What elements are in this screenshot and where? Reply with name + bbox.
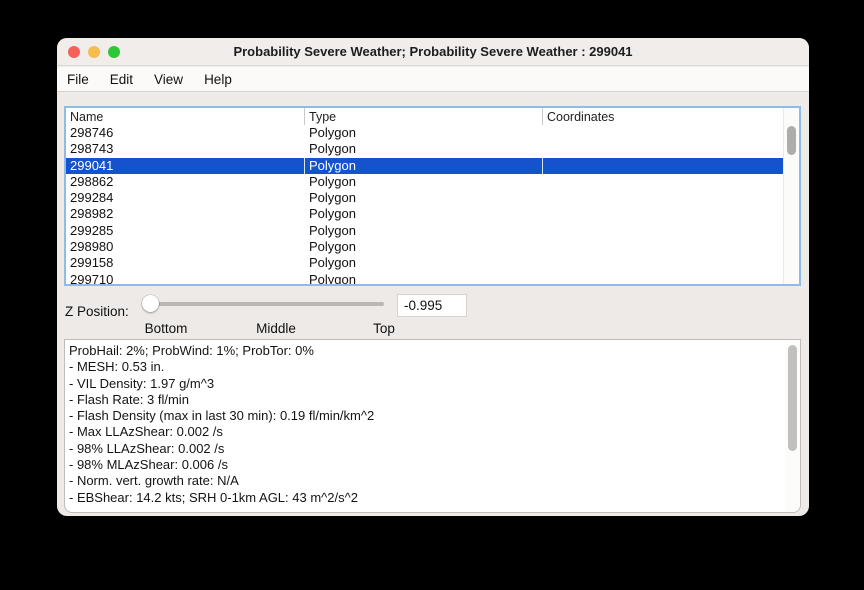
menu-view[interactable]: View <box>154 72 183 87</box>
table-row[interactable]: 298980 Polygon <box>66 239 799 255</box>
cell-type: Polygon <box>305 190 543 206</box>
details-scrollbar-thumb[interactable] <box>788 345 797 451</box>
details-text: ProbHail: 2%; ProbWind: 1%; ProbTor: 0% … <box>65 340 800 506</box>
details-line: - Norm. vert. growth rate: N/A <box>69 473 782 489</box>
objects-table: Name Type Coordinates 298746 Polygon 298… <box>64 106 801 286</box>
table-row[interactable]: 298743 Polygon <box>66 141 799 157</box>
traffic-lights <box>68 46 120 58</box>
details-line: - Flash Rate: 3 fl/min <box>69 392 782 408</box>
cell-name: 298743 <box>66 141 305 157</box>
details-text-area[interactable]: ProbHail: 2%; ProbWind: 1%; ProbTor: 0% … <box>64 339 801 513</box>
table-row-selected[interactable]: 299041 Polygon <box>66 158 799 174</box>
cell-type: Polygon <box>305 174 543 190</box>
table-row[interactable]: 298862 Polygon <box>66 174 799 190</box>
menu-bar: File Edit View Help <box>57 67 809 92</box>
cell-type: Polygon <box>305 158 543 174</box>
zoom-button-icon[interactable] <box>108 46 120 58</box>
table-row[interactable]: 299158 Polygon <box>66 255 799 271</box>
cell-coordinates <box>543 239 784 255</box>
cell-type: Polygon <box>305 239 543 255</box>
cell-type: Polygon <box>305 255 543 271</box>
table-header: Name Type Coordinates <box>66 108 799 125</box>
details-scrollbar[interactable] <box>785 340 800 512</box>
cell-type: Polygon <box>305 141 543 157</box>
cell-coordinates <box>543 158 784 174</box>
details-line: - 98% LLAzShear: 0.002 /s <box>69 441 782 457</box>
cell-name: 298862 <box>66 174 305 190</box>
cell-name: 299284 <box>66 190 305 206</box>
cell-coordinates <box>543 174 784 190</box>
slider-tick-middle: Middle <box>256 321 296 336</box>
table-row[interactable]: 298982 Polygon <box>66 206 799 222</box>
details-line: - Flash Density (max in last 30 min): 0.… <box>69 408 782 424</box>
z-position-slider-track[interactable] <box>150 302 384 306</box>
cell-coordinates <box>543 206 784 222</box>
details-line: - 98% MLAzShear: 0.006 /s <box>69 457 782 473</box>
details-line: - EBShear: 14.2 kts; SRH 0-1km AGL: 43 m… <box>69 490 782 506</box>
cell-name: 298980 <box>66 239 305 255</box>
z-position-value-field[interactable] <box>397 294 467 317</box>
table-row[interactable]: 299285 Polygon <box>66 223 799 239</box>
menu-file[interactable]: File <box>67 72 89 87</box>
cell-coordinates <box>543 272 784 286</box>
cell-coordinates <box>543 141 784 157</box>
details-line: - Max LLAzShear: 0.002 /s <box>69 424 782 440</box>
slider-tick-top: Top <box>373 321 395 336</box>
window-title: Probability Severe Weather; Probability … <box>57 38 809 65</box>
table-scrollbar[interactable] <box>783 108 799 284</box>
slider-tick-bottom: Bottom <box>145 321 188 336</box>
cell-name: 299041 <box>66 158 305 174</box>
column-header-name[interactable]: Name <box>66 108 305 125</box>
cell-name: 299285 <box>66 223 305 239</box>
z-position-label: Z Position: <box>65 304 129 319</box>
table-scrollbar-thumb[interactable] <box>787 126 796 155</box>
title-bar[interactable]: Probability Severe Weather; Probability … <box>57 38 809 66</box>
z-position-slider-knob[interactable] <box>142 295 159 312</box>
cell-name: 299710 <box>66 272 305 286</box>
cell-name: 298982 <box>66 206 305 222</box>
table-row[interactable]: 299710 Polygon <box>66 272 799 286</box>
close-button-icon[interactable] <box>68 46 80 58</box>
minimize-button-icon[interactable] <box>88 46 100 58</box>
details-line: ProbHail: 2%; ProbWind: 1%; ProbTor: 0% <box>69 343 782 359</box>
menu-help[interactable]: Help <box>204 72 232 87</box>
cell-type: Polygon <box>305 125 543 141</box>
details-line: - MESH: 0.53 in. <box>69 359 782 375</box>
table-row[interactable]: 298746 Polygon <box>66 125 799 141</box>
table-row[interactable]: 299284 Polygon <box>66 190 799 206</box>
cell-coordinates <box>543 223 784 239</box>
column-header-coordinates[interactable]: Coordinates <box>543 108 784 125</box>
cell-coordinates <box>543 255 784 271</box>
cell-coordinates <box>543 125 784 141</box>
cell-type: Polygon <box>305 206 543 222</box>
cell-name: 299158 <box>66 255 305 271</box>
menu-edit[interactable]: Edit <box>110 72 133 87</box>
cell-coordinates <box>543 190 784 206</box>
cell-name: 298746 <box>66 125 305 141</box>
app-window: Probability Severe Weather; Probability … <box>57 38 809 516</box>
details-line: - VIL Density: 1.97 g/m^3 <box>69 376 782 392</box>
cell-type: Polygon <box>305 223 543 239</box>
column-header-type[interactable]: Type <box>305 108 543 125</box>
cell-type: Polygon <box>305 272 543 286</box>
